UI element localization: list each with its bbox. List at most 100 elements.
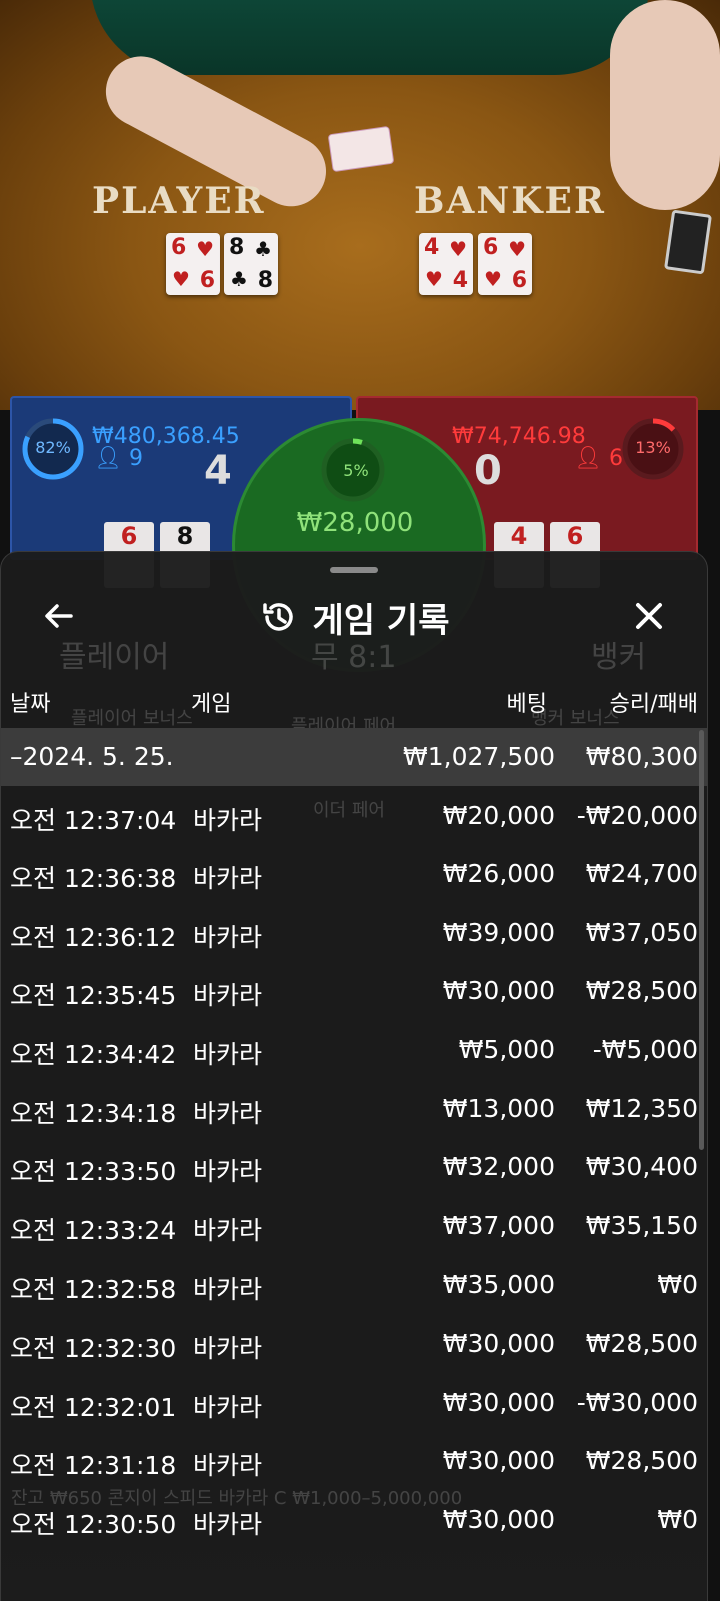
- row-game: 바카라: [193, 923, 263, 952]
- history-row[interactable]: 오전 12:37:04 바카라 ₩20,000 -₩20,000: [1, 787, 707, 845]
- row-time: 오전 12:32:30: [10, 1334, 177, 1363]
- banker-percent: 13%: [635, 438, 671, 457]
- date-group-row[interactable]: –2024. 5. 25. ₩1,027,500 ₩80,300: [1, 728, 707, 786]
- player-card: 6 ♥ ♥ 6: [166, 233, 220, 295]
- row-result: -₩30,000: [576, 1388, 698, 1417]
- date-group-bet: ₩1,027,500: [403, 742, 555, 771]
- row-game: 바카라: [193, 981, 263, 1010]
- column-header-date: 날짜: [10, 692, 51, 717]
- row-time: 오전 12:34:42: [10, 1040, 177, 1069]
- row-result: ₩24,700: [585, 859, 698, 888]
- row-bet: ₩35,000: [442, 1270, 555, 1299]
- row-time: 오전 12:36:12: [10, 923, 177, 952]
- player-card: 8 ♣ ♣ 8: [224, 233, 278, 295]
- player-score: 4: [204, 448, 232, 494]
- row-time: 오전 12:31:18: [10, 1451, 177, 1480]
- modal-title: 게임 기록: [312, 600, 450, 641]
- player-percent: 82%: [35, 438, 71, 457]
- row-result: ₩0: [657, 1270, 698, 1299]
- row-game: 바카라: [193, 1099, 263, 1128]
- row-game: 바카라: [193, 864, 263, 893]
- user-icon: 👤︎: [574, 446, 602, 471]
- history-row[interactable]: 오전 12:33:50 바카라 ₩32,000 ₩30,400: [1, 1138, 707, 1196]
- row-time: 오전 12:33:24: [10, 1216, 177, 1245]
- row-game: 바카라: [193, 1451, 263, 1480]
- history-row[interactable]: 오전 12:34:42 바카라 ₩5,000 -₩5,000: [1, 1021, 707, 1079]
- row-time: 오전 12:32:58: [10, 1275, 177, 1304]
- row-result: -₩5,000: [592, 1035, 698, 1064]
- history-row[interactable]: 오전 12:34:18 바카라 ₩13,000 ₩12,350: [1, 1080, 707, 1138]
- row-game: 바카라: [193, 1216, 263, 1245]
- row-time: 오전 12:36:38: [10, 864, 177, 893]
- row-bet: ₩30,000: [442, 1388, 555, 1417]
- tie-percent: 5%: [343, 461, 369, 480]
- user-icon: 👤︎: [94, 446, 122, 471]
- row-result: ₩28,500: [585, 976, 698, 1005]
- row-bet: ₩32,000: [442, 1152, 555, 1181]
- history-row[interactable]: 오전 12:33:24 바카라 ₩37,000 ₩35,150: [1, 1197, 707, 1255]
- row-result: ₩0: [657, 1505, 698, 1534]
- row-time: 오전 12:33:50: [10, 1157, 177, 1186]
- row-game: 바카라: [193, 1040, 263, 1069]
- row-bet: ₩30,000: [442, 1329, 555, 1358]
- history-icon: [262, 603, 293, 631]
- row-bet: ₩30,000: [442, 1505, 555, 1534]
- column-header-result: 승리/패배: [609, 692, 698, 717]
- history-row[interactable]: 오전 12:35:45 바카라 ₩30,000 ₩28,500: [1, 962, 707, 1020]
- row-bet: ₩26,000: [442, 859, 555, 888]
- banker-score: 0: [474, 448, 502, 494]
- card-shoe: [664, 209, 712, 275]
- date-group-result: ₩80,300: [585, 742, 698, 771]
- ghost-player-bonus: 플레이어 보너스: [71, 708, 193, 729]
- dealer-held-cards: [327, 125, 395, 173]
- row-result: ₩35,150: [585, 1211, 698, 1240]
- dealer-dress: [90, 0, 650, 75]
- modal-header: 게임 기록: [1, 592, 707, 642]
- row-game: 바카라: [193, 1334, 263, 1363]
- tie-bet-amount: ₩28,000: [296, 508, 414, 538]
- banker-card: 4 ♥ ♥ 4: [419, 233, 473, 295]
- row-bet: ₩39,000: [442, 918, 555, 947]
- row-bet: ₩20,000: [442, 801, 555, 830]
- row-bet: ₩37,000: [442, 1211, 555, 1240]
- row-result: ₩28,500: [585, 1446, 698, 1475]
- row-game: 바카라: [193, 1275, 263, 1304]
- row-game: 바카라: [193, 1393, 263, 1422]
- history-row[interactable]: 오전 12:32:01 바카라 ₩30,000 -₩30,000: [1, 1374, 707, 1432]
- banker-table-label: BANKER: [414, 180, 606, 222]
- date-group-label: –2024. 5. 25.: [10, 742, 174, 771]
- list-fade: [1, 1531, 707, 1601]
- player-bettor-count: 👤︎ 9: [94, 446, 143, 471]
- column-header-game: 게임: [191, 692, 232, 717]
- dealer-arm: [610, 0, 720, 210]
- drag-handle[interactable]: [330, 567, 378, 573]
- row-bet: ₩30,000: [442, 976, 555, 1005]
- history-row[interactable]: 오전 12:31:18 바카라 ₩30,000 ₩28,500: [1, 1432, 707, 1490]
- live-video-feed: PLAYER BANKER 6 ♥ ♥ 6 8 ♣ ♣ 8 4 ♥ ♥ 4 6 ♥ ♥ 6: [0, 0, 720, 410]
- banker-bet-amount: ₩74,746.98: [452, 424, 586, 449]
- banker-card: 6 ♥ ♥ 6: [478, 233, 532, 295]
- close-button[interactable]: [629, 596, 669, 636]
- close-icon: [636, 603, 662, 629]
- row-time: 오전 12:35:45: [10, 981, 177, 1010]
- history-row[interactable]: 오전 12:32:58 바카라 ₩35,000 ₩0: [1, 1256, 707, 1314]
- column-header-bet: 베팅: [506, 692, 547, 717]
- history-row[interactable]: 오전 12:32:30 바카라 ₩30,000 ₩28,500: [1, 1315, 707, 1373]
- row-bet: ₩13,000: [442, 1094, 555, 1123]
- row-result: ₩30,400: [585, 1152, 698, 1181]
- history-row[interactable]: 오전 12:36:38 바카라 ₩26,000 ₩24,700: [1, 845, 707, 903]
- history-row[interactable]: 오전 12:36:12 바카라 ₩39,000 ₩37,050: [1, 904, 707, 962]
- row-bet: ₩5,000: [458, 1035, 555, 1064]
- banker-bettor-count: 👤︎ 6: [574, 446, 623, 471]
- row-result: ₩37,050: [585, 918, 698, 947]
- row-game: 바카라: [193, 1157, 263, 1186]
- row-game: 바카라: [193, 806, 263, 835]
- row-bet: ₩30,000: [442, 1446, 555, 1475]
- game-history-modal: 플레이어 무 8:1 뱅커 플레이어 보너스 뱅커 보너스 플레이어 페어 이더…: [0, 551, 708, 1601]
- row-time: 오전 12:32:01: [10, 1393, 177, 1422]
- row-result: -₩20,000: [576, 801, 698, 830]
- row-result: ₩28,500: [585, 1329, 698, 1358]
- row-time: 오전 12:34:18: [10, 1099, 177, 1128]
- scrollbar[interactable]: [699, 730, 704, 1150]
- row-time: 오전 12:37:04: [10, 806, 177, 835]
